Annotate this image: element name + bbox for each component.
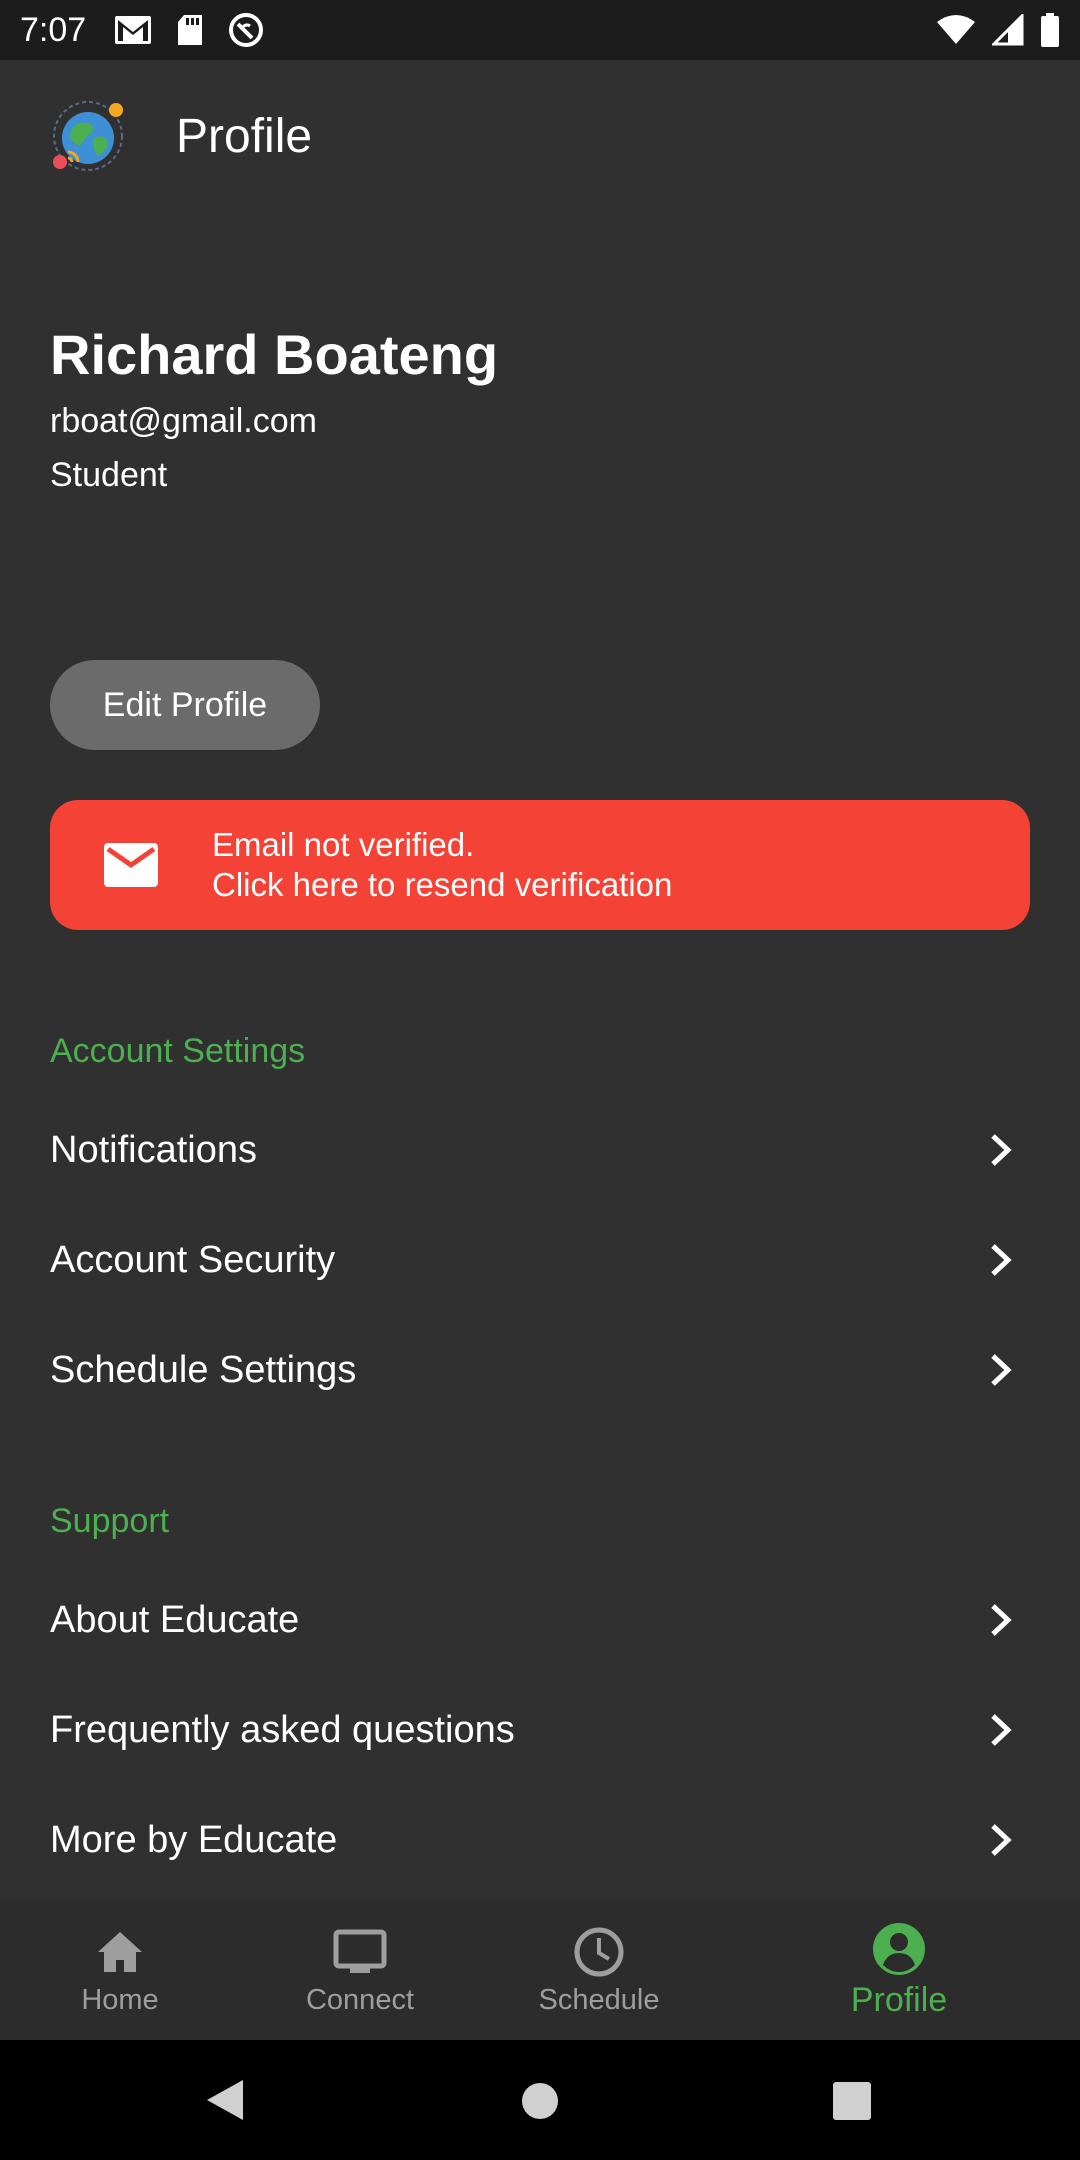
list-item-label: About Educate	[50, 1598, 300, 1641]
monitor-icon	[333, 1929, 387, 1973]
support-header: Support	[50, 1502, 170, 1540]
schedule-settings-item[interactable]: Schedule Settings	[0, 1315, 1080, 1425]
cell-signal-icon	[992, 14, 1024, 46]
verification-line-1: Email not verified.	[212, 826, 475, 863]
chevron-right-icon	[991, 1134, 1012, 1166]
chevron-right-icon	[991, 1604, 1012, 1636]
nav-connect[interactable]: Connect	[260, 1900, 460, 2040]
nav-label: Schedule	[538, 1983, 660, 2016]
gmail-icon	[115, 16, 152, 44]
clock-icon	[574, 1927, 624, 1976]
chevron-right-icon	[991, 1244, 1012, 1276]
home-icon	[98, 1931, 142, 1972]
verification-line-2: Click here to resend verification	[212, 866, 673, 903]
bottom-navigation: Home Connect Schedule Profile	[0, 1900, 1080, 2040]
nav-label: Home	[81, 1983, 159, 2016]
home-circle-icon[interactable]	[521, 2082, 559, 2120]
chevron-right-icon	[991, 1714, 1012, 1746]
sd-card-icon	[178, 15, 203, 45]
recents-icon[interactable]	[833, 2082, 871, 2120]
nav-schedule[interactable]: Schedule	[499, 1900, 699, 2040]
profile-email: rboat@gmail.com	[50, 402, 317, 440]
list-item-label: Schedule Settings	[50, 1348, 357, 1391]
status-bar: 7:07	[0, 0, 1080, 60]
list-item-label: Account Security	[50, 1238, 336, 1281]
back-icon[interactable]	[205, 2078, 245, 2122]
list-item-label: Notifications	[50, 1128, 257, 1171]
page-title: Profile	[176, 109, 313, 163]
battery-icon	[1041, 13, 1059, 47]
system-navigation-bar	[0, 2040, 1080, 2160]
mail-icon	[104, 843, 158, 887]
chevron-right-icon	[991, 1824, 1012, 1856]
more-by-educate-item[interactable]: More by Educate	[0, 1785, 1080, 1895]
nav-profile[interactable]: Profile	[799, 1900, 999, 2040]
nav-label: Connect	[305, 1983, 414, 2016]
globe-logo-icon	[53, 101, 123, 171]
email-verification-banner[interactable]: Email not verified. Click here to resend…	[50, 800, 1030, 930]
profile-name: Richard Boateng	[50, 323, 499, 386]
status-time: 7:07	[20, 10, 87, 49]
account-settings-header: Account Settings	[50, 1032, 306, 1070]
list-item-label: Frequently asked questions	[50, 1708, 515, 1751]
account-circle-icon	[873, 1922, 925, 1975]
wifi-icon	[937, 15, 975, 44]
list-item-label: More by Educate	[50, 1818, 338, 1861]
chevron-right-icon	[991, 1354, 1012, 1386]
app-bar: Profile	[0, 60, 1080, 212]
nav-label: Profile	[850, 1980, 948, 2019]
profile-role: Student	[50, 456, 168, 494]
do-not-disturb-icon	[229, 13, 264, 47]
nav-home[interactable]: Home	[20, 1900, 220, 2040]
about-educate-item[interactable]: About Educate	[0, 1565, 1080, 1675]
edit-profile-button[interactable]: Edit Profile	[50, 660, 320, 750]
notifications-item[interactable]: Notifications	[0, 1095, 1080, 1205]
verification-message: Email not verified. Click here to resend…	[212, 825, 672, 905]
account-security-item[interactable]: Account Security	[0, 1205, 1080, 1315]
faq-item[interactable]: Frequently asked questions	[0, 1675, 1080, 1785]
